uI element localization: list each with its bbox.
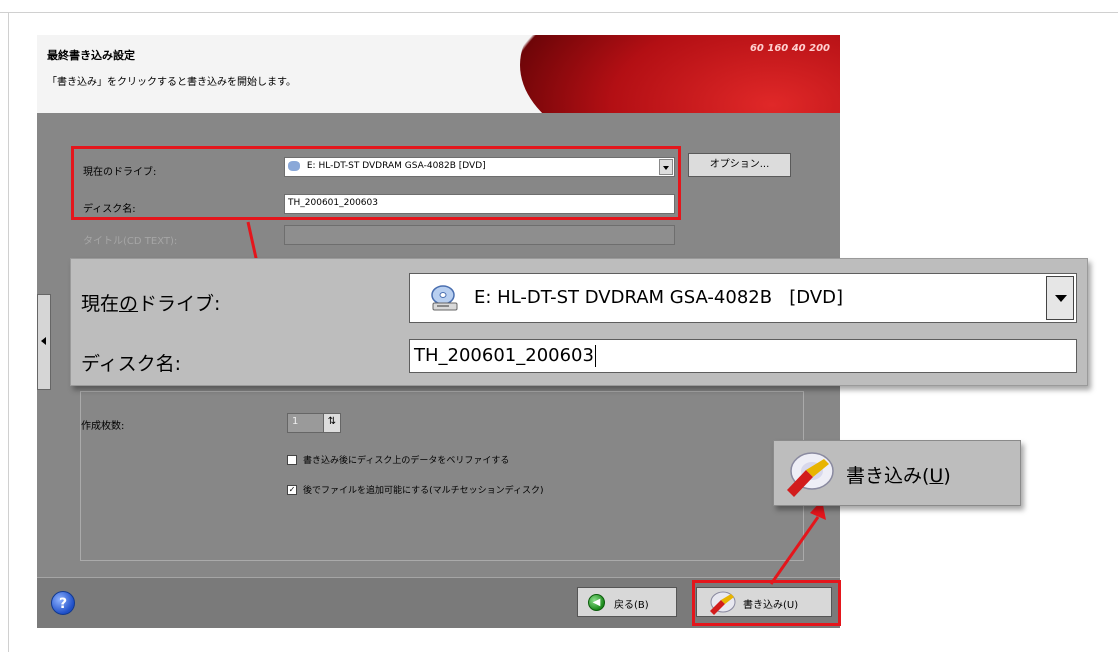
zoom-disc-name-value: TH_200601_200603 [414,345,594,366]
zoomed-settings-panel: 現在のドライブ: E: HL-DT-ST DVDRAM GSA-4082B [D… [70,258,1088,386]
zoom-drive-select[interactable]: E: HL-DT-ST DVDRAM GSA-4082B [DVD] [409,273,1077,323]
zoomed-write-button-label: 書き込み(U) [846,465,951,487]
text-caret [594,345,596,367]
arrow-line-to-callout [769,516,820,585]
zoom-dropdown-arrow[interactable] [1046,276,1074,320]
zoom-drive-label: 現在のドライブ: [81,293,221,315]
burn-disc-icon-large [787,452,834,497]
zoomed-write-button[interactable]: 書き込み(U) [773,440,1021,506]
zoom-drive-value: E: HL-DT-ST DVDRAM GSA-4082B [DVD] [474,287,844,308]
zoom-disc-name-label: ディスク名: [81,353,182,375]
zoom-disc-name-field[interactable]: TH_200601_200603 [409,339,1077,373]
disc-drive-icon [431,285,458,311]
